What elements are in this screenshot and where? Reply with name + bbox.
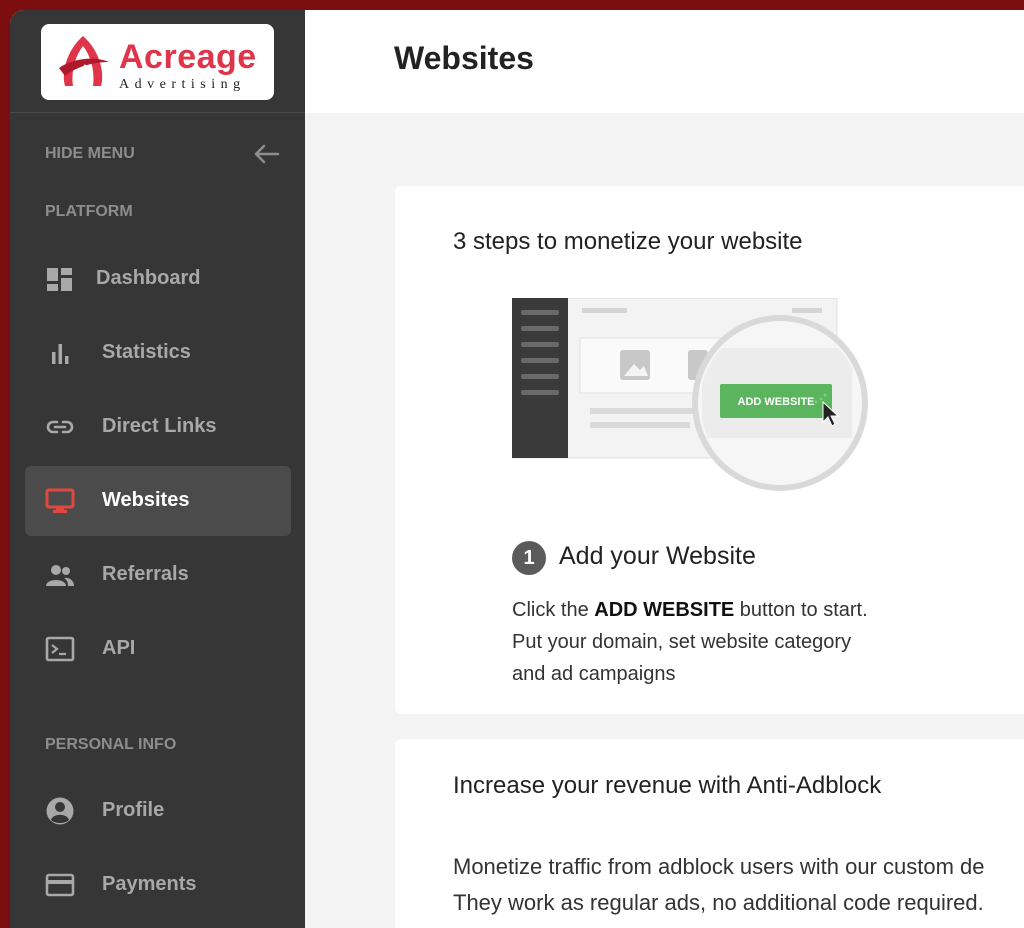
step-desc-line-2: Put your domain, set website category — [512, 631, 852, 653]
card-title: 3 steps to monetize your website — [453, 228, 803, 255]
bar-chart-icon — [52, 344, 69, 364]
desc-suffix: button to start. — [734, 599, 868, 621]
add-website-illustration: ADD WEBSITE — [512, 298, 868, 491]
sidebar-item-dashboard[interactable]: Dashboard — [25, 244, 291, 314]
brand-tagline: Advertising — [119, 77, 246, 92]
account-circle-icon — [46, 797, 74, 825]
page-title: Websites — [394, 40, 534, 76]
sidebar-item-label: Websites — [102, 489, 190, 511]
sidebar-item-label: Referrals — [102, 563, 189, 585]
sidebar-item-label: API — [102, 637, 136, 659]
sidebar-item-label: Direct Links — [102, 415, 217, 437]
sidebar-item-label: Dashboard — [96, 267, 201, 289]
illustration-add-website-button: ADD WEBSITE — [738, 396, 815, 408]
step-number-badge: 1 — [512, 541, 546, 575]
step-title: Add your Website — [559, 542, 756, 570]
brand-logo[interactable]: Acreage Advertising — [41, 24, 274, 100]
anti-adblock-description: Monetize traffic from adblock users with… — [453, 849, 1024, 921]
page-header: Websites — [305, 10, 1024, 113]
desc-bold: ADD WEBSITE — [594, 599, 735, 621]
step-desc-line-3: and ad campaigns — [512, 663, 676, 685]
sidebar-item-label: Payments — [102, 873, 197, 895]
sidebar-item-label: Profile — [102, 799, 165, 821]
hide-menu-label: HIDE MENU — [45, 145, 135, 162]
sidebar-item-profile[interactable]: Profile — [25, 776, 291, 846]
sidebar-item-statistics[interactable]: Statistics — [25, 318, 291, 388]
anti-adblock-line-1: Monetize traffic from adblock users with… — [453, 854, 985, 879]
sidebar-item-websites[interactable]: Websites — [25, 466, 291, 536]
desc-prefix: Click the — [512, 599, 595, 621]
link-icon — [46, 420, 74, 434]
terminal-icon — [45, 636, 75, 662]
anti-adblock-line-2: They work as regular ads, no additional … — [453, 890, 984, 915]
sidebar-item-payments[interactable]: Payments — [25, 850, 291, 920]
platform-section-label: PLATFORM — [45, 203, 133, 220]
sidebar-item-label: Statistics — [102, 341, 191, 363]
card-title: Increase your revenue with Anti-Adblock — [453, 772, 882, 799]
monitor-icon — [45, 488, 75, 513]
acreage-logo-mark-icon — [59, 36, 109, 86]
logo-area: Acreage Advertising — [10, 10, 305, 113]
brand-name: Acreage — [119, 38, 257, 76]
credit-card-icon — [45, 873, 75, 897]
sidebar-item-referrals[interactable]: Referrals — [25, 540, 291, 610]
monetize-steps-card: 3 steps to monetize your website ADD WEB… — [395, 186, 1024, 714]
arrow-left-icon — [254, 144, 280, 164]
step-desc-line-1: Click the ADD WEBSITE button to start. — [512, 594, 932, 626]
sidebar: Acreage Advertising HIDE MENU PLATFORM D… — [10, 10, 305, 928]
dashboard-icon — [47, 268, 72, 291]
sidebar-item-direct-links[interactable]: Direct Links — [25, 392, 291, 462]
sidebar-item-api[interactable]: API — [25, 614, 291, 684]
hide-menu-toggle[interactable]: HIDE MENU — [45, 143, 280, 165]
step-description: Click the ADD WEBSITE button to start. P… — [512, 594, 932, 690]
app-window: Acreage Advertising HIDE MENU PLATFORM D… — [10, 10, 1024, 928]
personal-info-section-label: PERSONAL INFO — [45, 736, 177, 753]
people-icon — [46, 565, 74, 586]
anti-adblock-card: Increase your revenue with Anti-Adblock … — [395, 739, 1024, 928]
